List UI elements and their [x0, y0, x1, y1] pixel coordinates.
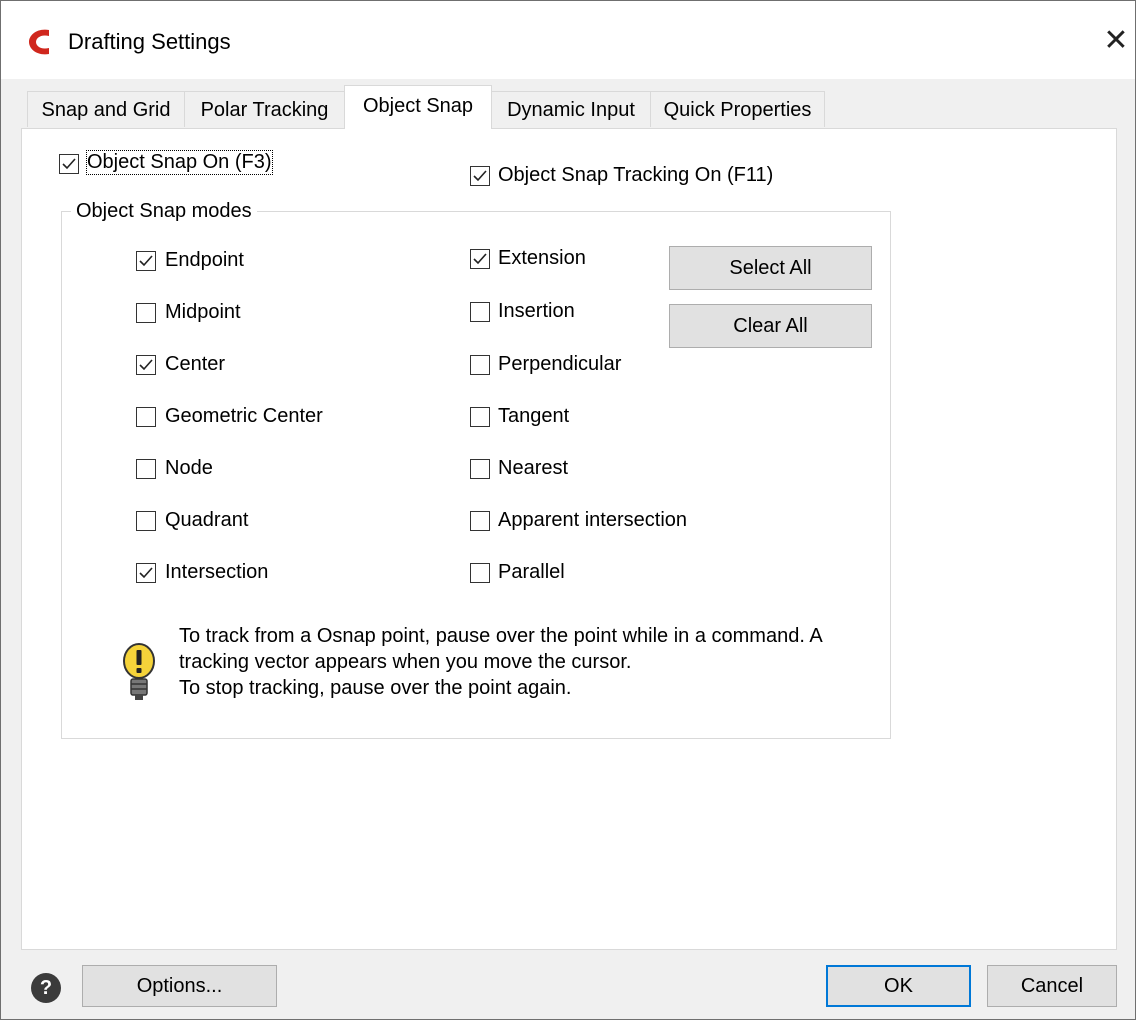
hint-line-3: To stop tracking, pause over the point a…	[179, 677, 572, 699]
nearest-label[interactable]: Nearest	[498, 457, 568, 480]
tangent-label[interactable]: Tangent	[498, 405, 569, 428]
parallel-label[interactable]: Parallel	[498, 561, 565, 584]
parallel-checkbox[interactable]	[470, 563, 490, 583]
intersection-checkbox[interactable]	[136, 563, 156, 583]
lightbulb-icon	[123, 643, 155, 700]
options-button[interactable]: Options...	[82, 965, 277, 1007]
midpoint-label[interactable]: Midpoint	[165, 301, 241, 324]
title-bar: Drafting Settings ✕	[1, 1, 1135, 79]
apparent-intersection-checkbox[interactable]	[470, 511, 490, 531]
object-snap-tracking-on-checkbox[interactable]	[470, 166, 490, 186]
close-icon[interactable]: ✕	[1095, 19, 1136, 63]
tracking-hint-text: To track from a Osnap point, pause over …	[179, 623, 889, 701]
center-label[interactable]: Center	[165, 353, 225, 376]
tab-polar-tracking[interactable]: Polar Tracking	[184, 91, 345, 127]
extension-label[interactable]: Extension	[498, 247, 586, 270]
tab-snap-and-grid[interactable]: Snap and Grid	[27, 91, 185, 127]
hint-line-1: To track from a Osnap point, pause over …	[179, 625, 823, 647]
intersection-label[interactable]: Intersection	[165, 561, 268, 584]
endpoint-label[interactable]: Endpoint	[165, 249, 244, 272]
tab-quick-properties[interactable]: Quick Properties	[650, 91, 825, 127]
perpendicular-checkbox[interactable]	[470, 355, 490, 375]
node-label[interactable]: Node	[165, 457, 213, 480]
insertion-checkbox[interactable]	[470, 302, 490, 322]
select-all-button[interactable]: Select All	[669, 246, 872, 290]
object-snap-on-checkbox[interactable]	[59, 154, 79, 174]
extension-checkbox[interactable]	[470, 249, 490, 269]
node-checkbox[interactable]	[136, 459, 156, 479]
perpendicular-label[interactable]: Perpendicular	[498, 353, 621, 376]
clear-all-button[interactable]: Clear All	[669, 304, 872, 348]
nearest-checkbox[interactable]	[470, 459, 490, 479]
object-snap-on-label[interactable]: Object Snap On (F3)	[86, 150, 273, 175]
midpoint-checkbox[interactable]	[136, 303, 156, 323]
tab-dynamic-input[interactable]: Dynamic Input	[491, 91, 651, 127]
help-icon[interactable]: ?	[31, 973, 61, 1003]
drafting-settings-dialog: Drafting Settings ✕ Snap and Grid Polar …	[0, 0, 1136, 1020]
insertion-label[interactable]: Insertion	[498, 300, 575, 323]
tab-object-snap[interactable]: Object Snap	[344, 85, 492, 129]
hint-line-2: tracking vector appears when you move th…	[179, 651, 632, 673]
cancel-button[interactable]: Cancel	[987, 965, 1117, 1007]
apparent-intersection-label[interactable]: Apparent intersection	[498, 509, 687, 532]
app-logo-icon	[29, 29, 49, 55]
geometric-center-label[interactable]: Geometric Center	[165, 405, 323, 428]
ok-button[interactable]: OK	[826, 965, 971, 1007]
tangent-checkbox[interactable]	[470, 407, 490, 427]
object-snap-tracking-on-label[interactable]: Object Snap Tracking On (F11)	[498, 164, 773, 187]
endpoint-checkbox[interactable]	[136, 251, 156, 271]
center-checkbox[interactable]	[136, 355, 156, 375]
window-title: Drafting Settings	[68, 29, 231, 54]
object-snap-modes-title: Object Snap modes	[71, 200, 257, 223]
quadrant-checkbox[interactable]	[136, 511, 156, 531]
geometric-center-checkbox[interactable]	[136, 407, 156, 427]
quadrant-label[interactable]: Quadrant	[165, 509, 248, 532]
